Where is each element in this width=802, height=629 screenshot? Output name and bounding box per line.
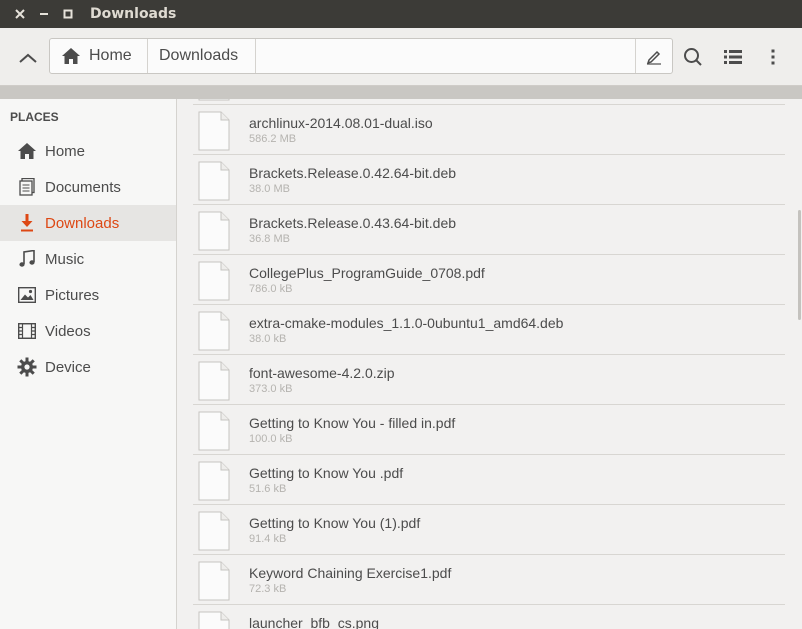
file-size: 38.0 MB xyxy=(249,183,290,195)
sidebar-item-device[interactable]: Device xyxy=(0,349,176,385)
close-button[interactable] xyxy=(12,6,28,22)
download-icon xyxy=(17,213,37,233)
minimize-button[interactable] xyxy=(36,6,52,22)
file-size: 100.0 kB xyxy=(249,433,293,445)
list-view-icon xyxy=(724,50,742,64)
file-icon xyxy=(198,161,230,201)
maximize-button[interactable] xyxy=(60,6,76,22)
file-icon xyxy=(198,261,230,301)
scrollbar[interactable] xyxy=(798,210,801,320)
list-item[interactable]: Brackets.Release.0.42.64-bit.deb 38.0 MB xyxy=(193,155,785,205)
app-menu-button[interactable] xyxy=(761,46,785,68)
list-item[interactable]: Keyword Chaining Exercise1.pdf 72.3 kB xyxy=(193,555,785,605)
sidebar-item-videos[interactable]: Videos xyxy=(0,313,176,349)
menu-icon xyxy=(771,49,775,65)
list-item[interactable]: font-awesome-4.2.0.zip 373.0 kB xyxy=(193,355,785,405)
file-name: archlinux-2014.08.01-dual.iso xyxy=(249,115,433,131)
file-icon xyxy=(198,411,230,451)
home-icon xyxy=(61,47,81,65)
go-up-button[interactable] xyxy=(12,42,44,74)
file-name: extra-cmake-modules_1.1.0-0ubuntu1_amd64… xyxy=(249,315,564,331)
file-size: 786.0 kB xyxy=(249,283,293,295)
file-manager-window: Downloads Home Downloads PLACES Home Doc… xyxy=(0,0,802,629)
sidebar: PLACES Home Documents Downloads Music Pi… xyxy=(0,99,177,629)
sidebar-item-pictures[interactable]: Pictures xyxy=(0,277,176,313)
file-name: Getting to Know You .pdf xyxy=(249,465,404,481)
file-icon xyxy=(198,99,230,101)
file-name: Brackets.Release.0.43.64-bit.deb xyxy=(249,215,457,231)
places-header: PLACES xyxy=(10,110,59,124)
sidebar-item-downloads[interactable]: Downloads xyxy=(0,205,176,241)
file-size: 91.4 kB xyxy=(249,533,287,545)
file-name: Getting to Know You - filled in.pdf xyxy=(249,415,456,431)
view-mode-button[interactable] xyxy=(721,46,745,68)
sidebar-item-label: Documents xyxy=(45,178,121,196)
up-arrow-icon xyxy=(19,53,37,63)
pictures-icon xyxy=(17,285,37,305)
home-icon xyxy=(17,141,37,161)
maximize-icon xyxy=(63,9,73,19)
file-list: archlinux-2014.08.01-dual.iso 586.2 MB B… xyxy=(177,99,802,629)
file-icon xyxy=(198,461,230,501)
file-icon xyxy=(198,561,230,601)
sidebar-item-label: Home xyxy=(45,142,86,160)
file-size: 51.6 kB xyxy=(249,483,287,495)
documents-icon xyxy=(17,177,37,197)
file-icon xyxy=(198,211,230,251)
file-size: 373.0 kB xyxy=(249,383,293,395)
device-icon xyxy=(17,357,37,377)
file-name: Keyword Chaining Exercise1.pdf xyxy=(249,565,452,581)
file-name: font-awesome-4.2.0.zip xyxy=(249,365,395,381)
file-name: Brackets.Release.0.42.64-bit.deb xyxy=(249,165,457,181)
file-name: CollegePlus_ProgramGuide_0708.pdf xyxy=(249,265,485,281)
sidebar-item-home[interactable]: Home xyxy=(0,133,176,169)
sidebar-item-label: Pictures xyxy=(45,286,100,304)
edit-icon xyxy=(646,50,661,65)
close-icon xyxy=(15,9,25,19)
sidebar-item-label: Videos xyxy=(45,322,91,340)
file-size: 38.0 kB xyxy=(249,333,287,345)
search-button[interactable] xyxy=(681,46,705,68)
file-icon xyxy=(198,361,230,401)
list-item[interactable]: Brackets.Release.0.43.64-bit.deb 36.8 MB xyxy=(193,205,785,255)
videos-icon xyxy=(17,321,37,341)
file-name: Getting to Know You (1).pdf xyxy=(249,515,421,531)
file-icon xyxy=(198,511,230,551)
list-item[interactable]: Getting to Know You - filled in.pdf 100.… xyxy=(193,405,785,455)
file-size: 36.8 MB xyxy=(249,233,290,245)
list-item[interactable]: extra-cmake-modules_1.1.0-0ubuntu1_amd64… xyxy=(193,305,785,355)
toolbar-strip xyxy=(0,86,802,99)
music-icon xyxy=(17,249,37,269)
breadcrumb-home[interactable]: Home xyxy=(50,39,148,73)
edit-location-button[interactable] xyxy=(635,39,672,73)
breadcrumb-home-label: Home xyxy=(89,47,132,64)
breadcrumb-downloads-label: Downloads xyxy=(159,47,239,64)
sidebar-item-label: Downloads xyxy=(45,214,120,232)
file-name: launcher_bfb_cs.png xyxy=(249,615,379,629)
sidebar-item-label: Music xyxy=(45,250,85,268)
header-bar: Home Downloads xyxy=(0,28,802,86)
file-icon xyxy=(198,611,230,629)
file-icon xyxy=(198,311,230,351)
file-icon xyxy=(198,111,230,151)
file-size: 72.3 kB xyxy=(249,583,287,595)
minimize-icon xyxy=(40,13,48,15)
window-title: Downloads xyxy=(90,6,177,22)
list-item[interactable]: launcher_bfb_cs.png xyxy=(193,605,785,629)
list-item[interactable]: Getting to Know You (1).pdf 91.4 kB xyxy=(193,505,785,555)
sidebar-item-music[interactable]: Music xyxy=(0,241,176,277)
list-item[interactable]: archlinux-2014.08.01-dual.iso 586.2 MB xyxy=(193,105,785,155)
search-icon xyxy=(684,48,702,66)
breadcrumb-downloads[interactable]: Downloads xyxy=(148,39,256,73)
sidebar-item-label: Device xyxy=(45,358,91,376)
titlebar: Downloads xyxy=(0,0,802,28)
list-item[interactable]: CollegePlus_ProgramGuide_0708.pdf 786.0 … xyxy=(193,255,785,305)
file-size: 586.2 MB xyxy=(249,133,297,145)
list-item[interactable]: Getting to Know You .pdf 51.6 kB xyxy=(193,455,785,505)
sidebar-item-documents[interactable]: Documents xyxy=(0,169,176,205)
path-bar: Home Downloads xyxy=(49,38,673,74)
